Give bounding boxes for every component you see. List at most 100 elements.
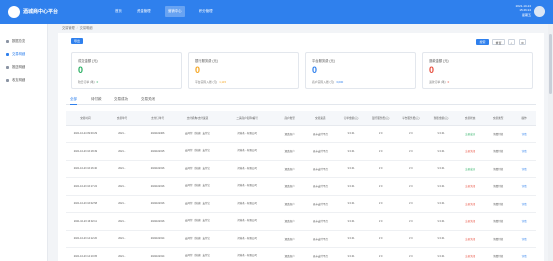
table-header-cell: 订单金额(元) bbox=[336, 111, 366, 126]
nav-points[interactable]: 积分管理 bbox=[196, 6, 216, 17]
table-header-cell: 交易状态 bbox=[456, 111, 485, 126]
table-header-cell: 二清商户名称/编号 bbox=[219, 111, 276, 126]
tab-closed[interactable]: 交易关闭 bbox=[141, 97, 155, 105]
cell-trade-channel: 无卡支付平台 bbox=[304, 195, 337, 213]
detail-link[interactable]: 详情 bbox=[512, 177, 536, 196]
cell-trade-type: 消费付款 bbox=[484, 125, 513, 143]
table-header-cell: 交易时间 bbox=[66, 111, 105, 126]
cell-channel: 云闪付（快捷）支付宝 bbox=[175, 177, 220, 196]
cell-status: 交易关闭 bbox=[456, 230, 485, 248]
sidebar-item-overview[interactable]: 数据总览 bbox=[6, 38, 25, 44]
sidebar: 数据总览 交易明细 推送明细 收支明细 bbox=[0, 24, 48, 261]
cell-time: 2021-10-23 14:12:20 bbox=[66, 230, 105, 248]
summary-card: 银行服务费 (元) 0 平台实际入账 (元) 1,115 bbox=[188, 52, 299, 89]
cell-arrive-amount: ¥ 0.01 bbox=[425, 177, 457, 196]
cell-trade-type: 消费付款 bbox=[484, 247, 513, 261]
cell-merchant: 河南永...有限公司 bbox=[219, 125, 276, 143]
reset-button[interactable]: 重置 bbox=[492, 39, 505, 45]
export-button[interactable]: 导出 bbox=[71, 38, 83, 44]
cell-trade-type: 消费付款 bbox=[484, 212, 513, 231]
cell-time: 2021-10-23 14:10:05 bbox=[66, 247, 105, 261]
table-row[interactable]: 2021-10-23 16:18:49 2021... 2021102315 云闪付（… bbox=[66, 142, 536, 161]
breadcrumb: 交易管理 / 交易明细 bbox=[62, 25, 92, 30]
table-row[interactable]: 2021-10-23 14:12:20 2021... 2021102314 云闪付（… bbox=[66, 230, 536, 248]
search-icon[interactable]: ⌕ bbox=[508, 39, 515, 45]
table-header-cell: 支付订单号 bbox=[139, 111, 176, 126]
cell-merchant: 河南永...有限公司 bbox=[219, 142, 276, 161]
avatar[interactable] bbox=[534, 6, 545, 17]
nav-home[interactable]: 首页 bbox=[112, 6, 125, 17]
sidebar-item-transactions[interactable]: 交易明细 bbox=[6, 51, 25, 57]
detail-link[interactable]: 详情 bbox=[512, 160, 536, 178]
cell-arrive-amount: ¥ 0.01 bbox=[425, 195, 457, 213]
cell-trade-channel: 无卡支付平台 bbox=[304, 247, 337, 261]
cell-time: 2021-10-23 16:16:40 bbox=[66, 160, 105, 178]
cell-amount: ¥ 0.01 bbox=[336, 177, 366, 196]
cell-pay-no: 2021102316 bbox=[139, 177, 176, 196]
card-sub: 商户实际入账 (元) 3,000 bbox=[312, 80, 344, 84]
cell-channel: 云闪付（快捷）支付宝 bbox=[175, 125, 220, 143]
search-button[interactable]: 搜索 bbox=[476, 39, 489, 45]
cell-bank-fee: ¥ 0 bbox=[365, 247, 396, 261]
detail-link[interactable]: 详情 bbox=[512, 142, 536, 161]
settings-icon[interactable]: ⚙ bbox=[519, 39, 526, 45]
cell-arrive-amount: ¥ 0.01 bbox=[425, 247, 457, 261]
summary-card: 成交金额 (元) 0 较日订单 (笔) 0 bbox=[71, 52, 182, 89]
table-row[interactable]: 2021-10-23 16:02:58 2021... 2021102316 云闪付（… bbox=[66, 195, 536, 213]
logo-icon bbox=[8, 6, 20, 18]
cell-trade-channel: 无卡支付平台 bbox=[304, 230, 337, 248]
tab-pending[interactable]: 待付款 bbox=[91, 97, 102, 105]
card-sub: 退款订单 (笔) 0 bbox=[429, 80, 450, 84]
detail-link[interactable]: 详情 bbox=[512, 212, 536, 231]
nav-funds[interactable]: 资金管理 bbox=[134, 6, 154, 17]
card-title: 银行服务费 (元) bbox=[195, 59, 218, 63]
detail-link[interactable]: 详情 bbox=[512, 125, 536, 143]
cell-status: 交易关闭 bbox=[456, 177, 485, 196]
table-row[interactable]: 2021-10-24 09:00:29 2021... 2021102406 云闪付（… bbox=[66, 125, 536, 143]
card-value: 0 bbox=[312, 65, 318, 75]
table-row[interactable]: 2021-10-23 16:17:22 2021... 2021102316 云闪付（… bbox=[66, 177, 536, 196]
sidebar-item-push[interactable]: 推送明细 bbox=[6, 64, 25, 70]
table-header-cell: 操作 bbox=[512, 111, 536, 126]
card-value: 0 bbox=[78, 65, 84, 75]
detail-link[interactable]: 详情 bbox=[512, 195, 536, 213]
tab-success[interactable]: 交易成功 bbox=[114, 97, 128, 105]
cell-pay-no: 2021102314 bbox=[139, 247, 176, 261]
sidebar-item-income[interactable]: 收支明细 bbox=[6, 77, 25, 83]
cell-platform-fee: ¥ 0 bbox=[395, 142, 426, 161]
cell-order-no: 2021... bbox=[104, 177, 140, 196]
tab-all[interactable]: 全部 bbox=[70, 97, 77, 105]
cell-bank-fee: ¥ 0 bbox=[365, 230, 396, 248]
card-value: 0 bbox=[195, 65, 201, 75]
cell-bank-fee: ¥ 0 bbox=[365, 142, 396, 161]
detail-link[interactable]: 详情 bbox=[512, 247, 536, 261]
detail-link[interactable]: 详情 bbox=[512, 230, 536, 248]
cell-trade-type: 消费付款 bbox=[484, 177, 513, 196]
cell-status: 交易关闭 bbox=[456, 195, 485, 213]
cell-status: 交易关闭 bbox=[456, 212, 485, 231]
grid-icon bbox=[6, 39, 9, 43]
page-scrollbar[interactable] bbox=[548, 24, 553, 261]
cell-bank-fee: ¥ 0 bbox=[365, 125, 396, 143]
list-icon bbox=[6, 52, 9, 56]
cell-bank-fee: ¥ 0 bbox=[365, 177, 396, 196]
cell-arrive-amount: ¥ 0.01 bbox=[425, 212, 457, 231]
header-datetime: 2021-10-24 15:46:24 星期五 bbox=[516, 4, 531, 17]
nav-marketing[interactable]: 营销中心 bbox=[165, 6, 185, 17]
cell-amount: ¥ 0.01 bbox=[336, 142, 366, 161]
cell-amount: ¥ 0.01 bbox=[336, 195, 366, 213]
table-row[interactable]: 2021-10-23 16:16:40 2021... 2021102316 云闪付（… bbox=[66, 160, 536, 178]
send-icon bbox=[6, 65, 9, 69]
cell-trade-type: 消费付款 bbox=[484, 230, 513, 248]
cell-arrive-amount: ¥ 0.01 bbox=[425, 160, 457, 178]
cell-time: 2021-10-23 16:02:58 bbox=[66, 195, 105, 213]
cell-merchant-type: 酒类商户 bbox=[275, 160, 305, 178]
cell-trade-channel: 无卡支付平台 bbox=[304, 125, 337, 143]
table-row[interactable]: 2021-10-23 14:10:05 2021... 2021102314 云闪付（… bbox=[66, 247, 536, 261]
table-row[interactable]: 2021-10-23 16:02:11 2021... 2021102316 云闪付（… bbox=[66, 212, 536, 231]
breadcrumb-item[interactable]: 交易管理 bbox=[62, 26, 75, 30]
cell-bank-fee: ¥ 0 bbox=[365, 160, 396, 178]
cell-merchant-type: 酒类商户 bbox=[275, 195, 305, 213]
scrollbar-thumb[interactable] bbox=[549, 34, 552, 94]
breadcrumb-current: 交易明细 bbox=[79, 26, 93, 30]
